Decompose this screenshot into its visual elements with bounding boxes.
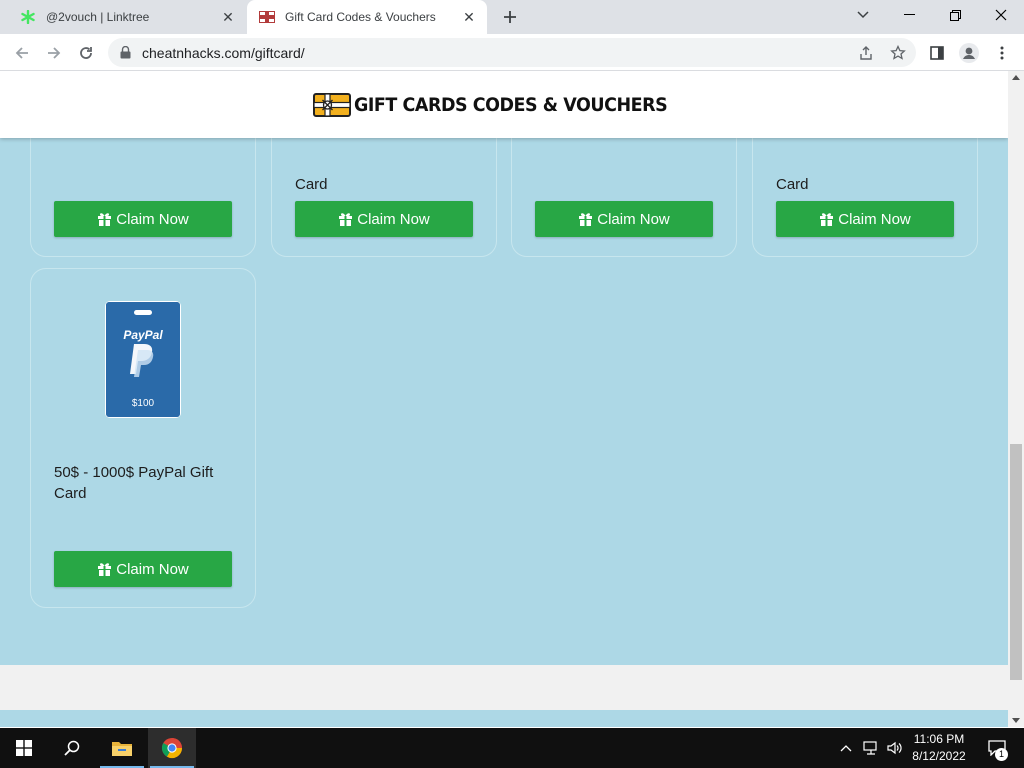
minimize-button[interactable] xyxy=(886,0,932,30)
reload-button[interactable] xyxy=(72,39,100,67)
page-viewport: GIFT CARDS CODES & VOUCHERS Claim Now Ca… xyxy=(0,71,1008,727)
linktree-icon xyxy=(20,9,36,25)
scroll-down-arrow-icon[interactable] xyxy=(1012,718,1020,723)
system-clock[interactable]: 11:06 PM 8/12/2022 xyxy=(900,731,978,765)
tab-linktree[interactable]: @2vouch | Linktree ✕ xyxy=(8,0,246,34)
gift-icon xyxy=(97,562,112,576)
search-button[interactable] xyxy=(48,728,96,768)
claim-now-button[interactable]: Claim Now xyxy=(295,201,473,237)
paypal-brand-text: PayPal xyxy=(123,328,163,342)
network-icon[interactable] xyxy=(860,728,882,768)
site-header: GIFT CARDS CODES & VOUCHERS xyxy=(0,71,1008,138)
show-hidden-icons-chevron-icon[interactable] xyxy=(836,728,856,768)
notification-center-button[interactable]: 1 xyxy=(982,728,1012,768)
start-button[interactable] xyxy=(0,728,48,768)
footer-strip xyxy=(0,710,1008,727)
windows-taskbar: 11:06 PM 8/12/2022 1 xyxy=(0,728,1024,768)
screen: { "browser": { "tabs": [ {"title": "@2vo… xyxy=(0,0,1024,768)
claim-now-button[interactable]: Claim Now xyxy=(54,551,232,587)
scrollbar-thumb[interactable] xyxy=(1010,444,1022,680)
gift-icon xyxy=(578,212,593,226)
gift-icon xyxy=(819,212,834,226)
file-explorer-button[interactable] xyxy=(98,728,146,768)
close-window-button[interactable] xyxy=(978,0,1024,30)
restore-button[interactable] xyxy=(932,0,978,30)
claim-now-button[interactable]: Claim Now xyxy=(776,201,954,237)
claim-now-button[interactable]: Claim Now xyxy=(535,201,713,237)
new-tab-button[interactable] xyxy=(498,5,522,29)
claim-now-label: Claim Now xyxy=(597,210,670,228)
tab-strip: @2vouch | Linktree ✕ Gift Card Codes & V… xyxy=(0,0,1024,34)
chrome-icon xyxy=(161,738,183,759)
claim-now-button[interactable]: Claim Now xyxy=(54,201,232,237)
notification-count-badge: 1 xyxy=(995,748,1008,761)
claim-now-label: Claim Now xyxy=(116,560,189,578)
tab-giftcard[interactable]: Gift Card Codes & Vouchers ✕ xyxy=(247,0,487,34)
profile-avatar-icon[interactable] xyxy=(955,39,983,67)
claim-now-label: Claim Now xyxy=(838,210,911,228)
bookmark-star-icon[interactable] xyxy=(884,39,912,67)
claim-now-label: Claim Now xyxy=(116,210,189,228)
scroll-up-arrow-icon[interactable] xyxy=(1012,75,1020,80)
tab-title: Gift Card Codes & Vouchers xyxy=(285,10,436,24)
lock-icon[interactable] xyxy=(120,46,134,59)
clock-time: 11:06 PM xyxy=(913,732,965,746)
page-footer xyxy=(0,665,1008,710)
back-button[interactable] xyxy=(8,39,36,67)
card-title: Card xyxy=(295,176,328,193)
windows-logo-icon xyxy=(16,740,32,756)
gift-icon xyxy=(338,212,353,226)
gift-card-logo-icon xyxy=(313,92,352,117)
browser-toolbar: cheatnhacks.com/giftcard/ xyxy=(0,34,1024,71)
gift-icon xyxy=(97,212,112,226)
page-scrollbar[interactable] xyxy=(1008,71,1024,727)
search-icon xyxy=(64,740,80,756)
gift-favicon-icon xyxy=(259,9,275,25)
tab-search-button[interactable] xyxy=(840,0,886,30)
folder-icon xyxy=(112,742,132,756)
side-panel-icon[interactable] xyxy=(923,39,951,67)
clock-date: 8/12/2022 xyxy=(912,749,966,763)
paypal-gift-card-image[interactable]: PayPal $100 xyxy=(106,302,180,417)
close-tab-icon[interactable]: ✕ xyxy=(216,5,240,29)
url-text[interactable]: cheatnhacks.com/giftcard/ xyxy=(142,45,305,61)
card-title: 50$ - 1000$ PayPal Gift Card xyxy=(54,464,214,502)
site-title: GIFT CARDS CODES & VOUCHERS xyxy=(354,93,668,116)
forward-button[interactable] xyxy=(40,39,68,67)
paypal-amount-text: $100 xyxy=(131,398,155,409)
card-title: Card xyxy=(776,176,809,193)
menu-kebab-icon[interactable] xyxy=(988,39,1016,67)
share-icon[interactable] xyxy=(852,39,880,67)
close-tab-icon[interactable]: ✕ xyxy=(457,5,481,29)
gift-card-item-paypal: PayPal $100 50$ - 1000$ PayPal Gift Card… xyxy=(30,268,256,608)
tab-title: @2vouch | Linktree xyxy=(46,10,150,24)
address-bar[interactable]: cheatnhacks.com/giftcard/ xyxy=(108,38,916,67)
claim-now-label: Claim Now xyxy=(357,210,430,228)
chrome-taskbar-button[interactable] xyxy=(148,728,196,768)
site-logo[interactable]: GIFT CARDS CODES & VOUCHERS xyxy=(313,92,695,117)
